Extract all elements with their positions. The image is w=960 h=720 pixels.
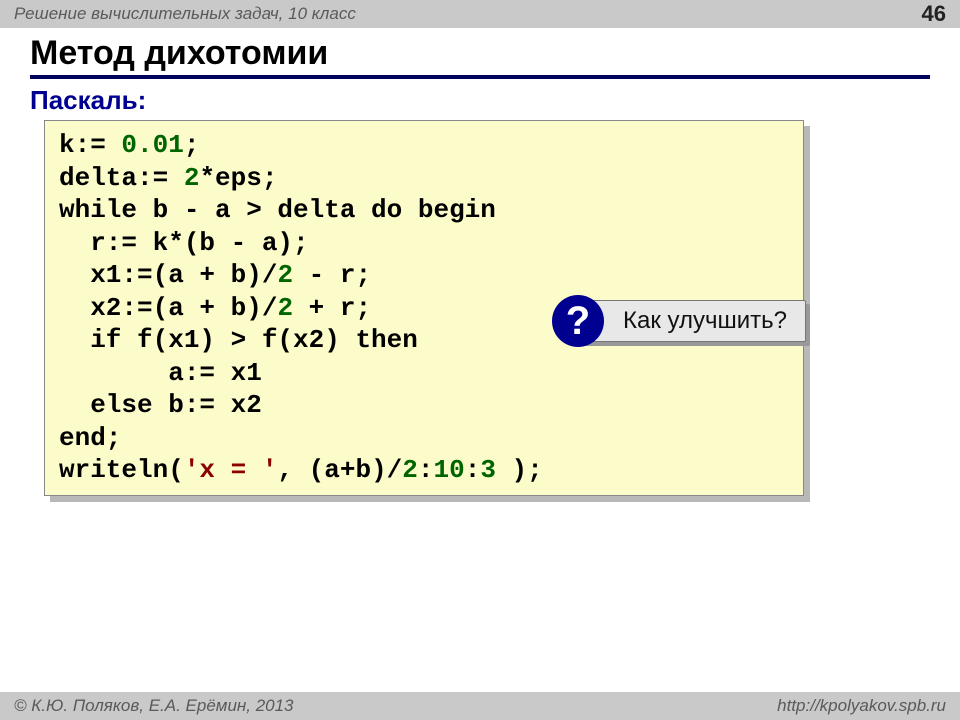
code-text: : xyxy=(465,455,481,485)
code-text: - r; xyxy=(293,260,371,290)
code-text: writeln( xyxy=(59,455,184,485)
code-number: 2 xyxy=(184,163,200,193)
footer-link: http://kpolyakov.spb.ru xyxy=(777,692,946,720)
code-text: + r; xyxy=(293,293,371,323)
title-block: Метод дихотомии xyxy=(0,28,960,79)
code-text: if f(x1) > f(x2) then xyxy=(59,325,418,355)
title-rule xyxy=(30,75,930,79)
code-text: x2:=(a + b)/ xyxy=(59,293,277,323)
code-text: k:= xyxy=(59,130,121,160)
code-text: x1:=(a + b)/ xyxy=(59,260,277,290)
footer-bar: © К.Ю. Поляков, Е.А. Ерёмин, 2013 http:/… xyxy=(0,692,960,720)
slide: Решение вычислительных задач, 10 класс 4… xyxy=(0,0,960,720)
code-number: 0.01 xyxy=(121,130,183,160)
code-text: while b - a > delta do begin xyxy=(59,195,496,225)
code-text: : xyxy=(418,455,434,485)
code-text: ); xyxy=(496,455,543,485)
code-text: r:= k*(b - a); xyxy=(59,228,309,258)
callout: ? Как улучшить? xyxy=(578,300,806,342)
code-text: end; xyxy=(59,423,121,453)
code-text: ; xyxy=(184,130,200,160)
code-number: 2 xyxy=(277,293,293,323)
copyright: © К.Ю. Поляков, Е.А. Ерёмин, 2013 xyxy=(14,692,294,720)
code-number: 3 xyxy=(480,455,496,485)
code-text: else b:= x2 xyxy=(59,390,262,420)
header-bar: Решение вычислительных задач, 10 класс 4… xyxy=(0,0,960,28)
code-string: 'x = ' xyxy=(184,455,278,485)
page-title: Метод дихотомии xyxy=(30,34,930,75)
question-icon: ? xyxy=(552,295,604,347)
code-text: a:= x1 xyxy=(59,358,262,388)
code-number: 10 xyxy=(434,455,465,485)
code-text: *eps; xyxy=(199,163,277,193)
subtitle: Паскаль: xyxy=(30,85,960,116)
course-title: Решение вычислительных задач, 10 класс xyxy=(14,0,356,28)
code-number: 2 xyxy=(402,455,418,485)
code-text: delta:= xyxy=(59,163,184,193)
callout-text: Как улучшить? xyxy=(578,300,806,342)
page-number: 46 xyxy=(922,0,946,28)
code-text: , (a+b)/ xyxy=(277,455,402,485)
code-number: 2 xyxy=(277,260,293,290)
